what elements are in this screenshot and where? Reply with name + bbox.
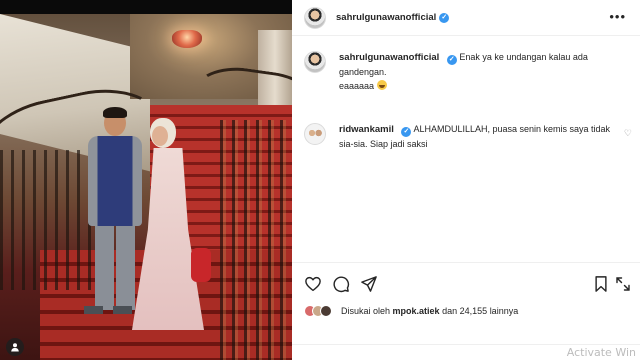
caption-text-line2: eaaaaaa bbox=[339, 81, 375, 91]
user-tag-icon[interactable] bbox=[6, 338, 24, 356]
avatar[interactable] bbox=[304, 6, 326, 29]
post-header: sahrulgunawanofficial ✓ ••• bbox=[292, 0, 640, 36]
grinning-face-icon bbox=[377, 80, 388, 90]
likes-prefix: Disukai oleh bbox=[341, 306, 391, 316]
expand-icon[interactable] bbox=[614, 275, 632, 293]
ellipsis-icon[interactable]: ••• bbox=[609, 10, 626, 23]
avatar bbox=[320, 305, 332, 317]
likes-count[interactable]: 24,155 bbox=[460, 306, 488, 316]
chandelier bbox=[172, 30, 202, 48]
comment-username[interactable]: ridwankamil bbox=[339, 124, 394, 135]
avatar[interactable] bbox=[304, 51, 326, 73]
verified-badge-icon: ✓ bbox=[439, 12, 450, 23]
post-photo[interactable] bbox=[0, 0, 292, 360]
caption: sahrulgunawanofficial ✓ Enak ya ke undan… bbox=[304, 50, 628, 93]
verified-badge-icon: ✓ bbox=[446, 55, 457, 65]
liker-username[interactable]: mpok.atiek bbox=[393, 306, 440, 316]
avatar[interactable] bbox=[304, 123, 326, 145]
heart-icon[interactable] bbox=[304, 275, 322, 293]
red-handbag bbox=[191, 248, 211, 282]
comment-item: ridwankamil ✓ ALHAMDULILLAH, puasa senin… bbox=[304, 122, 628, 151]
man-figure bbox=[88, 136, 142, 226]
comment-icon[interactable] bbox=[332, 275, 350, 293]
activate-windows-watermark: Activate Win bbox=[566, 346, 636, 359]
caption-username[interactable]: sahrulgunawanofficial bbox=[339, 52, 439, 63]
bookmark-icon[interactable] bbox=[592, 275, 610, 293]
likes-summary[interactable]: Disukai oleh mpok.atiek dan 24,155 lainn… bbox=[304, 302, 518, 320]
likes-suffix: lainnya bbox=[489, 306, 519, 316]
send-icon[interactable] bbox=[360, 275, 378, 293]
heart-outline-icon[interactable]: ♡ bbox=[624, 128, 632, 139]
post-detail-panel: sahrulgunawanofficial ✓ ••• sahrulgunawa… bbox=[292, 0, 640, 360]
comments-list[interactable]: sahrulgunawanofficial ✓ Enak ya ke undan… bbox=[292, 36, 640, 262]
action-bar bbox=[292, 262, 640, 302]
post-username[interactable]: sahrulgunawanofficial bbox=[336, 12, 436, 23]
verified-badge-icon: ✓ bbox=[401, 127, 412, 137]
likes-middle: dan bbox=[442, 306, 458, 316]
